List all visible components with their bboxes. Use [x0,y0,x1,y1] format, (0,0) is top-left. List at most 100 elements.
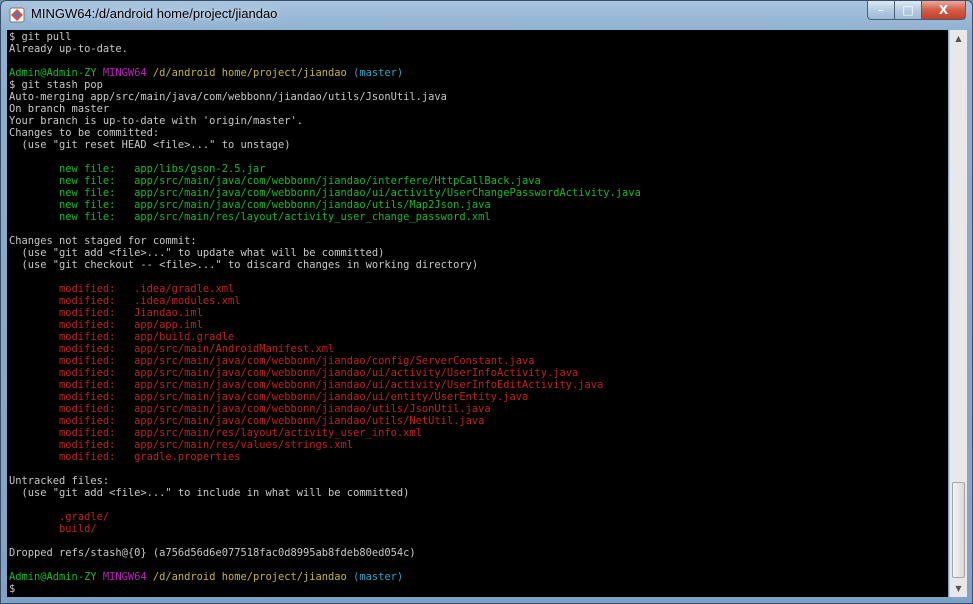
terminal-text-segment: new file: app/src/main/java/com/webbonn/… [9,175,541,187]
terminal-text-segment: modified: app/src/main/java/com/webbonn/… [9,403,491,415]
terminal-line: .gradle/ [9,511,641,523]
terminal-text-segment: Changes not staged for commit: [9,235,197,247]
scroll-down-icon[interactable]: ▼ [950,580,967,597]
terminal-output[interactable]: $ git pull Already up-to-date. Admin@Admin… [7,30,948,597]
terminal-text-segment: modified: app/src/main/java/com/webbonn/… [9,367,579,379]
terminal-line: new file: app/src/main/java/com/webbonn/… [9,187,641,199]
terminal-line: modified: app/src/main/java/com/webbonn/… [9,355,641,367]
terminal-text-segment: MINGW64 [102,571,153,583]
terminal-line: modified: app/src/main/java/com/webbonn/… [9,379,641,391]
terminal-text-segment: (master) [353,67,404,79]
terminal-line: modified: app/src/main/java/com/webbonn/… [9,415,641,427]
terminal-text-segment: build/ [9,523,97,535]
terminal-line: build/ [9,523,641,535]
terminal-text-segment: /d/android home/project/jiandao [152,571,354,583]
maximize-button[interactable]: □ [895,1,922,20]
terminal-line: (use "git add <file>..." to update what … [9,247,641,259]
terminal-text-segment: (use "git add <file>..." to update what … [9,247,385,259]
terminal-text-segment: /d/android home/project/jiandao [152,67,354,79]
terminal-line: Changes to be committed: [9,127,641,139]
terminal-text-segment: Dropped refs/stash@{0} (a756d56d6e077518… [9,547,416,559]
window-controls: – □ X [867,1,966,21]
terminal-text-segment: modified: app/src/main/java/com/webbonn/… [9,391,529,403]
terminal-line: Your branch is up-to-date with 'origin/m… [9,115,641,127]
terminal-line: modified: gradle.properties [9,451,641,463]
terminal-line: (use "git checkout -- <file>..." to disc… [9,259,641,271]
terminal-line: On branch master [9,103,641,115]
terminal-text-segment: new file: app/libs/gson-2.5.jar [9,163,266,175]
terminal-text-segment: $ git pull [9,31,72,43]
minimize-button[interactable]: – [867,1,895,20]
terminal-text-segment: Your branch is up-to-date with 'origin/m… [9,115,304,127]
terminal-line: Already up-to-date. [9,43,641,55]
terminal-line: modified: app/src/main/java/com/webbonn/… [9,367,641,379]
terminal-line: modified: app/src/main/res/values/string… [9,439,641,451]
terminal-line: modified: .idea/modules.xml [9,295,641,307]
terminal-line: (use "git reset HEAD <file>..." to unsta… [9,139,641,151]
terminal-text-segment: modified: app/app.iml [9,319,203,331]
title-bar[interactable]: MINGW64:/d/android home/project/jiandao … [1,1,972,29]
terminal-line: modified: app/src/main/java/com/webbonn/… [9,403,641,415]
window-title: MINGW64:/d/android home/project/jiandao [31,6,278,21]
terminal-text-segment: .gradle/ [9,511,110,523]
terminal-line: $ git stash pop [9,79,641,91]
terminal-text-segment: modified: app/src/main/res/layout/activi… [9,427,422,439]
terminal-line: Admin@Admin-ZY MINGW64 /d/android home/p… [9,67,641,79]
terminal-text-segment: modified: app/src/main/AndroidManifest.x… [9,343,335,355]
terminal-text-segment: Untracked files: [9,475,110,487]
terminal-line: Dropped refs/stash@{0} (a756d56d6e077518… [9,547,641,559]
terminal-text-segment: $ [9,583,22,595]
terminal-text-segment: (master) [353,571,404,583]
terminal-text-segment: modified: .idea/gradle.xml [9,283,235,295]
terminal-text-segment: Already up-to-date. [9,43,128,55]
terminal-text-segment: modified: app/src/main/java/com/webbonn/… [9,355,535,367]
terminal-line: Untracked files: [9,475,641,487]
terminal-line: (use "git add <file>..." to include in w… [9,487,641,499]
terminal-line: modified: app/src/main/res/layout/activi… [9,427,641,439]
terminal-text-segment: Auto-merging app/src/main/java/com/webbo… [9,91,447,103]
close-icon: X [938,3,949,17]
terminal-lines: $ git pull Already up-to-date. Admin@Admin… [9,31,641,595]
scroll-up-icon[interactable]: ▲ [950,30,967,47]
terminal-text-segment: new file: app/src/main/res/layout/activi… [9,211,491,223]
terminal-text-segment: $ git stash pop [9,79,103,91]
terminal-text-segment: Changes to be committed: [9,127,160,139]
scrollbar-thumb[interactable] [952,482,965,578]
terminal-line: modified: Jiandao.iml [9,307,641,319]
terminal-line: modified: app/app.iml [9,319,641,331]
terminal-line: new file: app/src/main/res/layout/activi… [9,211,641,223]
vertical-scrollbar[interactable]: ▲ ▼ [949,30,967,597]
terminal-text-segment: On branch master [9,103,110,115]
terminal-line: new file: app/src/main/java/com/webbonn/… [9,199,641,211]
git-bash-icon [9,7,25,23]
close-button[interactable]: X [922,1,966,20]
terminal-line: Changes not staged for commit: [9,235,641,247]
terminal-line: modified: app/src/main/java/com/webbonn/… [9,391,641,403]
terminal-line: $ git pull [9,31,641,43]
terminal-text-segment: (use "git add <file>..." to include in w… [9,487,410,499]
terminal-line: $ [9,583,641,595]
terminal-line: Auto-merging app/src/main/java/com/webbo… [9,91,641,103]
terminal-window: MINGW64:/d/android home/project/jiandao … [0,0,973,604]
terminal-text-segment: (use "git checkout -- <file>..." to disc… [9,259,479,271]
terminal-line: modified: .idea/gradle.xml [9,283,641,295]
terminal-text-segment: modified: .idea/modules.xml [9,295,241,307]
terminal-text-segment: new file: app/src/main/java/com/webbonn/… [9,199,491,211]
terminal-text-segment: (use "git reset HEAD <file>..." to unsta… [9,139,291,151]
terminal-text-segment: modified: app/src/main/java/com/webbonn/… [9,379,604,391]
terminal-text-segment: modified: app/build.gradle [9,331,235,343]
terminal-text-segment: Admin@Admin-ZY [9,67,103,79]
terminal-line: modified: app/src/main/AndroidManifest.x… [9,343,641,355]
terminal-line: modified: app/build.gradle [9,331,641,343]
maximize-icon: □ [902,3,914,17]
terminal-line: Admin@Admin-ZY MINGW64 /d/android home/p… [9,571,641,583]
terminal-line: new file: app/libs/gson-2.5.jar [9,163,641,175]
